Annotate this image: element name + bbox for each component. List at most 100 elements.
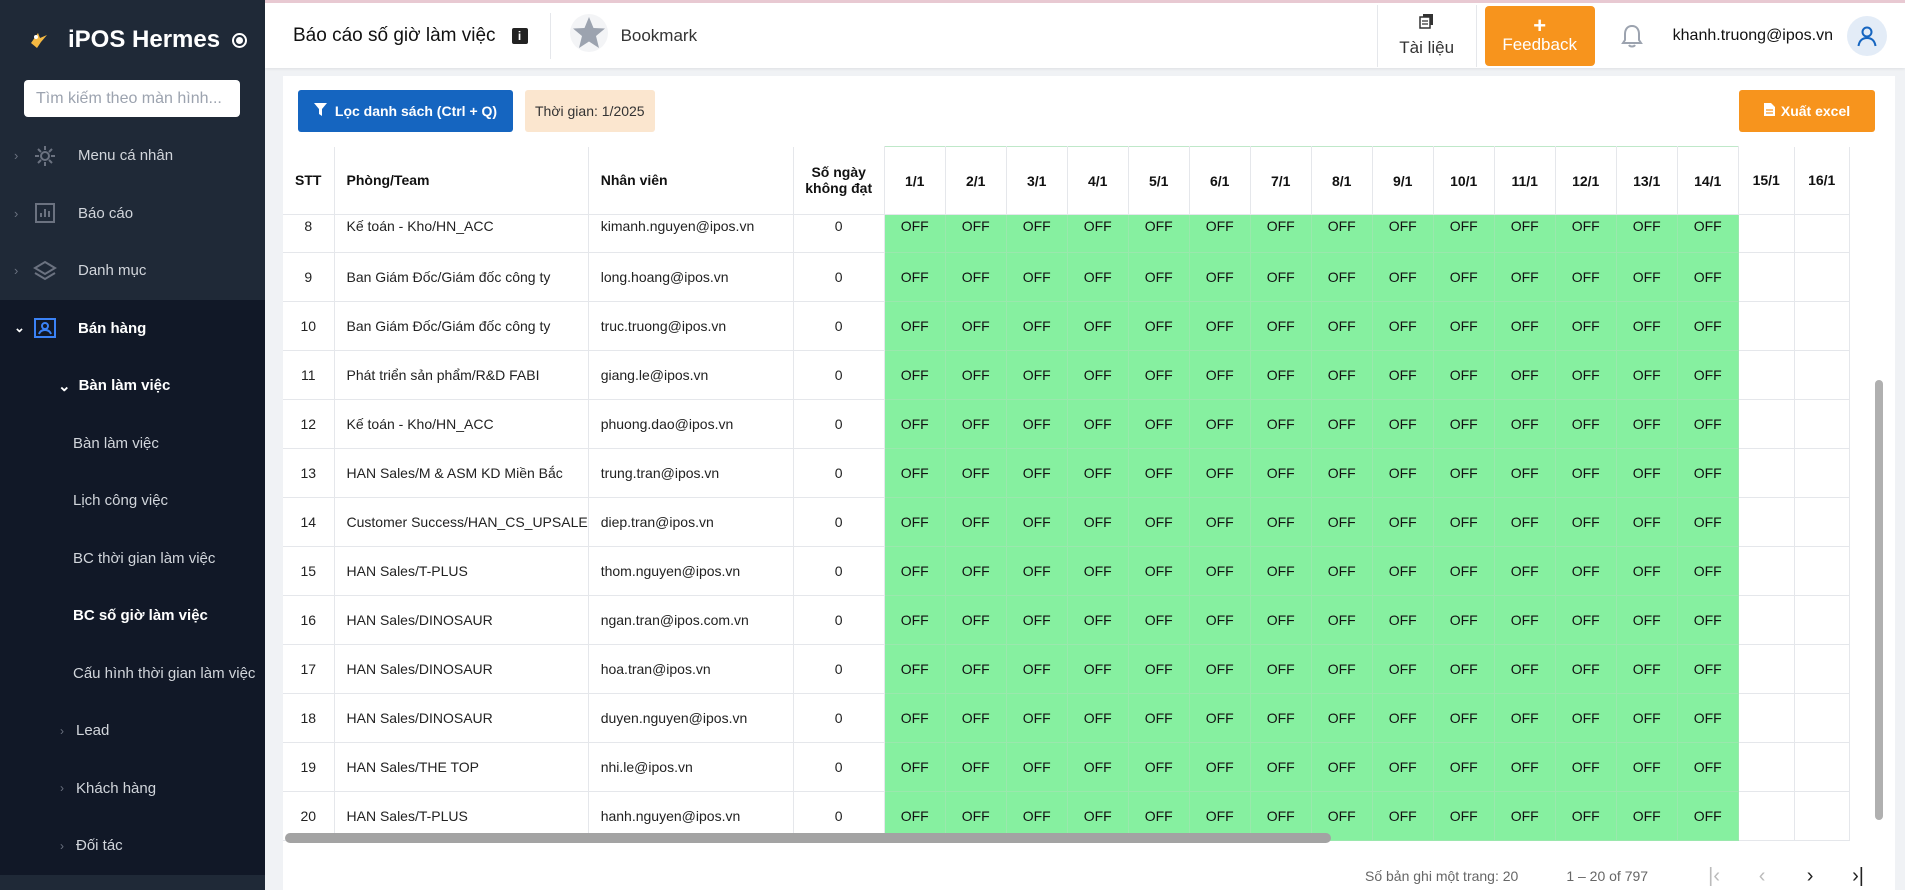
toolbar: Lọc danh sách (Ctrl + Q) Thời gian: 1/20… xyxy=(283,76,1895,146)
cell-day-status: OFF xyxy=(1128,595,1190,645)
feedback-label: Feedback xyxy=(1502,34,1577,54)
last-page-icon[interactable]: ›| xyxy=(1848,865,1868,888)
cell-day-status: OFF xyxy=(945,301,1007,351)
table-row[interactable]: 18 HAN Sales/DINOSAUR duyen.nguyen@ipos.vn… xyxy=(283,693,1850,743)
cell-day-status: OFF xyxy=(1555,791,1617,841)
filter-label: Lọc danh sách (Ctrl + Q) xyxy=(334,103,498,119)
user-email[interactable]: khanh.truong@ipos.vn xyxy=(1673,27,1833,45)
column-header: Nhân viên xyxy=(588,146,794,215)
chevron-down-icon: ⌄ xyxy=(14,320,25,336)
column-header: 2/1 xyxy=(945,146,1007,215)
cell-day-status: OFF xyxy=(1189,301,1251,351)
cell-day-empty xyxy=(1794,791,1850,841)
sidebar-item-menu-ca-nhan[interactable]: › Menu cá nhân xyxy=(0,127,265,185)
sidebar-subitem-bc-thoi-gian[interactable]: BC thời gian làm việc xyxy=(0,530,265,588)
cell-day-status: OFF xyxy=(1067,399,1129,449)
cell-day-status: OFF xyxy=(1128,350,1190,400)
cell-day-status: OFF xyxy=(1555,497,1617,547)
info-icon[interactable]: i xyxy=(511,27,528,44)
sidebar-item-ban-hang[interactable]: ⌄ Bán hàng xyxy=(0,299,265,357)
table-row[interactable]: 12 Kế toán - Kho/HN_ACC phuong.dao@ipos.vn… xyxy=(283,399,1850,449)
cell-day-empty xyxy=(1794,350,1850,400)
cell-day-status: OFF xyxy=(884,214,946,253)
cell-day-status: OFF xyxy=(1372,399,1434,449)
column-header: 4/1 xyxy=(1067,146,1129,215)
cell-day-status: OFF xyxy=(1677,448,1739,498)
table-row[interactable]: 8 Kế toán - Kho/HN_ACC kimanh.nguyen@ipos.… xyxy=(283,214,1850,253)
vertical-scrollbar[interactable] xyxy=(1875,380,1883,820)
cell-day-status: OFF xyxy=(1189,252,1251,302)
sidebar-item-danh-muc[interactable]: › Danh mục xyxy=(0,242,265,300)
sidebar-subitem-lich-cong-viec[interactable]: Lịch công việc xyxy=(0,472,265,530)
cell-day-status: OFF xyxy=(1250,546,1312,596)
avatar-icon[interactable] xyxy=(1847,15,1887,56)
cell-stt: 15 xyxy=(283,546,335,596)
cell-day-empty xyxy=(1794,497,1850,547)
cell-stt: 8 xyxy=(283,214,335,253)
cell-day-empty xyxy=(1738,497,1795,547)
sidebar-group-lead[interactable]: › Lead xyxy=(0,702,265,760)
sidebar-group-doi-tac[interactable]: › Đối tác xyxy=(0,817,265,875)
table-row[interactable]: 13 HAN Sales/M & ASM KD Miền Bắc trung.tra… xyxy=(283,448,1850,498)
table-container[interactable]: STT Phòng/Team Nhân viên Số ngày không đạt 1… xyxy=(283,146,1873,890)
cell-day-status: OFF xyxy=(1433,546,1495,596)
cell-day-status: OFF xyxy=(1616,644,1678,694)
cell-team: Kế toán - Kho/HN_ACC xyxy=(334,399,589,449)
cell-day-status: OFF xyxy=(1555,448,1617,498)
cell-employee: thom.nguyen@ipos.vn xyxy=(588,546,794,596)
bookmark-button[interactable]: Bookmark xyxy=(569,13,697,58)
feedback-button[interactable]: + Feedback xyxy=(1484,5,1595,66)
column-header: 16/1 xyxy=(1794,146,1850,215)
cell-day-status: OFF xyxy=(1189,214,1251,253)
cell-day-status: OFF xyxy=(1494,214,1556,253)
sidebar-subitem-cau-hinh[interactable]: Cấu hình thời gian làm việc xyxy=(0,645,265,703)
docs-button[interactable]: Tài liệu xyxy=(1376,4,1477,67)
sidebar-subitem-ban-lam-viec[interactable]: Bàn làm việc xyxy=(0,415,265,473)
sidebar-item-bao-cao[interactable]: › Báo cáo xyxy=(0,185,265,243)
first-page-icon[interactable]: |‹ xyxy=(1704,865,1724,888)
radio-icon[interactable] xyxy=(232,32,248,48)
cell-day-status: OFF xyxy=(1067,301,1129,351)
horizontal-scrollbar[interactable] xyxy=(285,833,1331,843)
cell-day-status: OFF xyxy=(1616,497,1678,547)
cell-day-status: OFF xyxy=(1006,693,1068,743)
sidebar-group-khach-hang[interactable]: › Khách hàng xyxy=(0,760,265,818)
column-header: 9/1 xyxy=(1372,146,1434,215)
bell-icon[interactable] xyxy=(1617,23,1647,49)
chevron-right-icon: › xyxy=(14,205,19,221)
cell-day-status: OFF xyxy=(1372,301,1434,351)
sidebar-group-ban-lam-viec[interactable]: ⌄ Bàn làm việc xyxy=(0,357,265,415)
filter-button[interactable]: Lọc danh sách (Ctrl + Q) xyxy=(298,90,513,132)
cell-day-status: OFF xyxy=(1372,742,1434,792)
export-excel-button[interactable]: Xuất excel xyxy=(1739,90,1875,132)
cell-day-status: OFF xyxy=(1067,595,1129,645)
table-row[interactable]: 14 Customer Success/HAN_CS_UPSALE diep.tra… xyxy=(283,497,1850,547)
table-row[interactable]: 10 Ban Giám Đốc/Giám đốc công ty truc.truo… xyxy=(283,301,1850,351)
cell-day-status: OFF xyxy=(1494,399,1556,449)
cell-day-status: OFF xyxy=(1067,252,1129,302)
table-row[interactable]: 15 HAN Sales/T-PLUS thom.nguyen@ipos.vn 0 OF… xyxy=(283,546,1850,596)
cell-day-status: OFF xyxy=(1311,742,1373,792)
table-row[interactable]: 17 HAN Sales/DINOSAUR hoa.tran@ipos.vn 0 OFF… xyxy=(283,644,1850,694)
cell-day-status: OFF xyxy=(1555,301,1617,351)
per-page-label[interactable]: Số bản ghi một trang: 20 xyxy=(1365,868,1518,884)
prev-page-icon[interactable]: ‹ xyxy=(1752,865,1772,888)
cell-day-status: OFF xyxy=(1616,214,1678,253)
cell-day-status: OFF xyxy=(1677,644,1739,694)
app-name: iPOS Hermes xyxy=(68,26,221,53)
table-row[interactable]: 19 HAN Sales/THE TOP nhi.le@ipos.vn 0 OFF OFF… xyxy=(283,742,1850,792)
next-page-icon[interactable]: › xyxy=(1800,865,1820,888)
cell-day-status: OFF xyxy=(945,350,1007,400)
cell-missed: 0 xyxy=(793,644,885,694)
sidebar-search-input[interactable] xyxy=(24,80,240,117)
cell-day-status: OFF xyxy=(1189,644,1251,694)
cell-day-status: OFF xyxy=(1494,693,1556,743)
table-row[interactable]: 16 HAN Sales/DINOSAUR ngan.tran@ipos.com.v… xyxy=(283,595,1850,645)
table-row[interactable]: 9 Ban Giám Đốc/Giám đốc công ty long.hoang… xyxy=(283,252,1850,302)
cell-day-status: OFF xyxy=(1006,214,1068,253)
cell-day-status: OFF xyxy=(1311,350,1373,400)
cell-day-status: OFF xyxy=(1128,742,1190,792)
cell-day-status: OFF xyxy=(1616,693,1678,743)
sidebar-subitem-bc-so-gio[interactable]: BC số giờ làm việc xyxy=(0,587,265,645)
table-row[interactable]: 11 Phát triển sản phẩm/R&D FABI giang.le@i… xyxy=(283,350,1850,400)
